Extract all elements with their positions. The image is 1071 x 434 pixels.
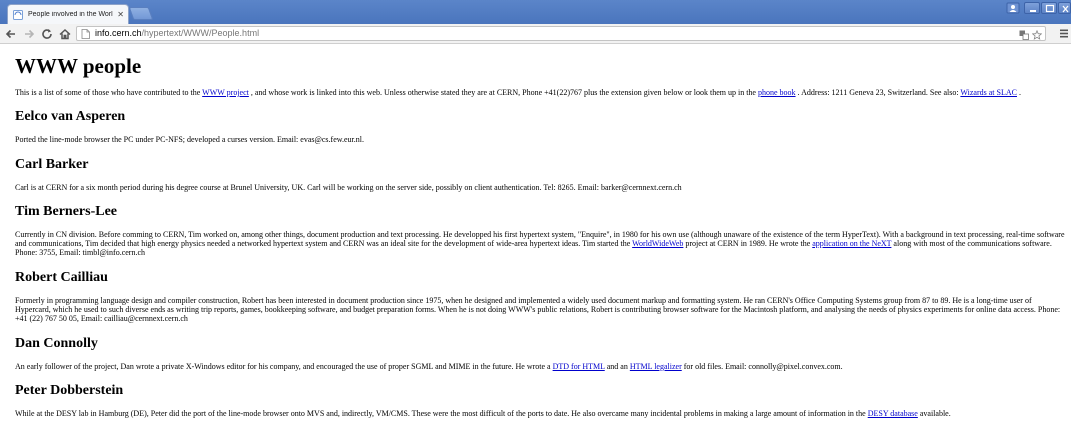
person-entry: Eelco van Asperen Ported the line-mode b…	[15, 109, 1065, 144]
intro-text: .	[1016, 88, 1021, 97]
intro-text: , and whose work is linked into this web…	[248, 88, 758, 97]
desy-database-link[interactable]: DESY database	[868, 409, 918, 418]
back-icon[interactable]	[4, 27, 18, 41]
star-icon[interactable]	[1032, 30, 1042, 40]
bio-text: An early follower of the project, Dan wr…	[15, 361, 553, 371]
www-project-link[interactable]: WWW project	[202, 88, 249, 97]
person-bio: Currently in CN division. Before comming…	[15, 230, 1065, 258]
phone-book-link[interactable]: phone book	[758, 88, 796, 97]
url-text: info.cern.ch/hypertext/WWW/People.html	[95, 27, 259, 40]
person-bio: While at the DESY lab in Hamburg (DE), P…	[15, 409, 1065, 418]
reload-icon[interactable]	[40, 27, 54, 41]
translate-icon[interactable]	[1019, 30, 1029, 40]
home-icon[interactable]	[58, 27, 72, 41]
person-entry: Peter Dobberstein While at the DESY lab …	[15, 383, 1065, 418]
person-entry: Tim Berners-Lee Currently in CN division…	[15, 204, 1065, 258]
person-entry: Robert Cailliau Formerly in programming …	[15, 270, 1065, 324]
bio-text: While at the DESY lab in Hamburg (DE), P…	[15, 408, 868, 418]
forward-icon[interactable]	[22, 27, 36, 41]
worldwideweb-link[interactable]: WorldWideWeb	[632, 239, 683, 248]
person-bio: An early follower of the project, Dan wr…	[15, 362, 1065, 371]
bio-text: for old files. Email: connolly@pixel.con…	[681, 361, 843, 371]
menu-icon[interactable]	[1059, 28, 1069, 39]
person-entry: Carl Barker Carl is at CERN for a six mo…	[15, 157, 1065, 192]
person-name: Peter Dobberstein	[15, 382, 124, 398]
person-name: Robert Cailliau	[15, 269, 108, 285]
html-legalizer-link[interactable]: HTML legalizer	[630, 362, 682, 371]
person-entry: Dan Connolly An early follower of the pr…	[15, 336, 1065, 371]
browser-toolbar: info.cern.ch/hypertext/WWW/People.html	[0, 24, 1071, 44]
person-bio: Ported the line-mode browser the PC unde…	[15, 135, 364, 145]
address-bar[interactable]: info.cern.ch/hypertext/WWW/People.html	[76, 26, 1046, 41]
intro-paragraph: This is a list of some of those who have…	[15, 88, 1065, 97]
person-bio: Formerly in programming language design …	[15, 295, 1061, 324]
browser-titlebar: People involved in the Worl ✕	[0, 0, 1071, 24]
person-name: Tim Berners-Lee	[15, 203, 117, 219]
favicon-icon	[13, 9, 23, 20]
application-on-next-link[interactable]: application on the NeXT	[812, 239, 891, 248]
window-close-icon[interactable]	[1058, 2, 1071, 14]
person-bio: Carl is at CERN for a six month period d…	[15, 182, 682, 192]
bio-text: project at CERN in 1989. He wrote the	[683, 239, 813, 249]
intro-text: This is a list of some of those who have…	[15, 88, 203, 97]
tab-title: People involved in the Worl	[28, 11, 113, 18]
minimize-icon[interactable]	[1024, 2, 1040, 14]
page-content: WWW people This is a list of some of tho…	[15, 46, 1065, 430]
wizards-at-slac-link[interactable]: Wizards at SLAC	[960, 88, 1017, 97]
bio-text: and an	[604, 361, 630, 371]
maximize-icon[interactable]	[1041, 2, 1057, 14]
person-name: Carl Barker	[15, 156, 89, 172]
browser-tab[interactable]: People involved in the Worl ✕	[7, 4, 129, 24]
url-host: info.cern.ch	[95, 28, 142, 38]
person-name: Eelco van Asperen	[15, 109, 126, 125]
page-icon	[81, 29, 90, 39]
intro-text: . Address: 1211 Geneva 23, Switzerland. …	[795, 88, 961, 97]
user-icon[interactable]	[1006, 2, 1020, 14]
page-title: WWW people	[15, 54, 142, 78]
bio-text: available.	[917, 408, 951, 418]
dtd-for-html-link[interactable]: DTD for HTML	[553, 362, 605, 371]
person-name: Dan Connolly	[15, 335, 98, 351]
url-path: /hypertext/WWW/People.html	[141, 28, 260, 38]
new-tab-icon[interactable]	[128, 7, 154, 20]
close-icon[interactable]: ✕	[117, 10, 124, 19]
